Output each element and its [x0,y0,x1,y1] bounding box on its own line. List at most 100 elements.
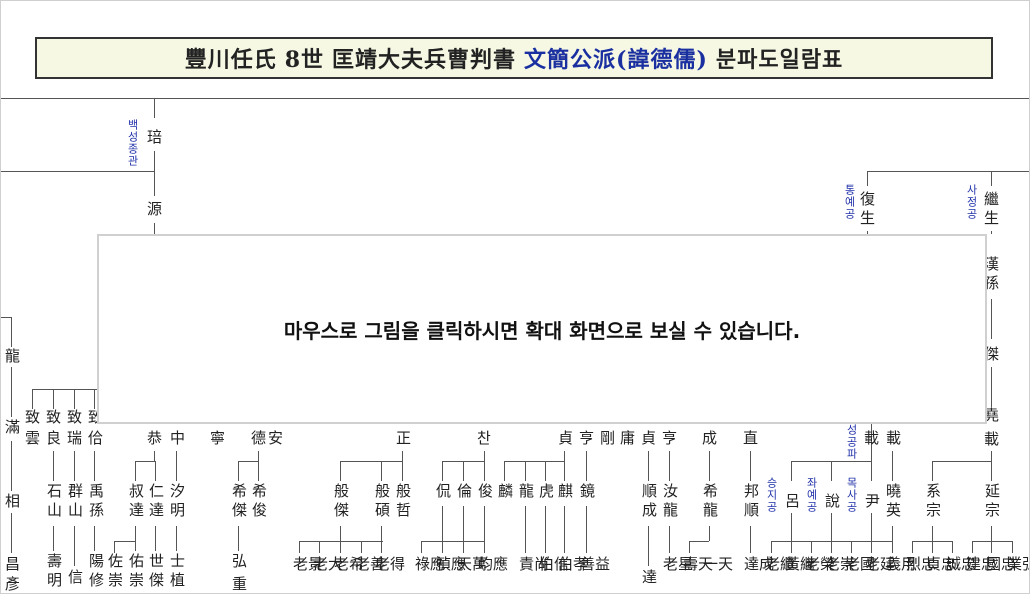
tree-line [1,98,1029,99]
person-jeong2: 貞 [558,429,574,447]
person-gyeong: 鏡 [578,483,596,502]
person-yangsu: 陽修 [87,553,105,591]
tree-line [1,171,154,172]
person-jung2: 重 [230,576,248,594]
branch-label-baekseong: 백성종관 [126,119,139,167]
tree-line [892,526,893,553]
tree-line [32,389,33,409]
tree-line [1,317,11,318]
tree-line [1012,541,1013,553]
person-nyeong: 寧 [210,429,226,447]
tree-line [238,461,239,481]
tree-line [648,451,649,481]
branch-label-sajeong: 사정공 [965,184,978,220]
person-usun: 禹孫 [87,483,105,521]
tree-line [791,461,792,481]
tree-line [154,223,155,234]
person-indal: 仁達 [147,483,165,521]
tree-line [299,541,300,553]
person-jae-right: 載 [982,431,1000,450]
person-samyeong: 汐明 [168,483,186,521]
person-chan: 찬 [477,429,491,447]
person-jeong: 正 [396,429,412,447]
person-sumyeong: 壽明 [45,553,63,591]
tree-line [340,461,341,481]
tree-line [586,506,587,553]
genealogy-chart[interactable]: 豐川任氏 8世 匡靖大夫兵曹判書 文簡公派(諱德儒) 분파도일람표 백성종관 琣… [0,0,1030,594]
tree-line [53,389,54,409]
tree-line [402,451,403,461]
tree-line [669,526,670,553]
tree-line [258,461,259,481]
zoom-hint-message: 마우스로 그림을 클릭하시면 확대 화면으로 보실 수 있습니다. [283,318,801,343]
grandchild: 達 [640,569,658,588]
tree-line [154,151,155,196]
title-generation: 8世 [284,47,325,73]
tree-line [771,541,772,553]
person-hyeong: 亨 [579,429,595,447]
title-clan: 豐川任氏 [184,47,277,73]
tree-line [709,451,710,481]
tree-line [669,451,670,481]
tree-line [94,526,95,551]
tree-line [442,461,443,481]
tree-line [991,171,992,186]
person-rin: 麟 [496,483,514,502]
person-bangeol: 般傑 [332,483,350,521]
tree-line [689,541,690,553]
tree-line [258,451,259,461]
person-sugdal: 叔達 [127,483,145,521]
tree-line [871,513,872,553]
person-bangsun: 邦順 [742,483,760,521]
person-hwigeol: 希傑 [230,483,248,521]
tree-line [154,98,155,118]
zoom-hint-overlay[interactable]: 마우스로 그림을 클릭하시면 확대 화면으로 보실 수 있습니다. [97,234,987,424]
tree-line [991,231,992,234]
tree-line [114,541,115,553]
person-chi-1b: 雲 [25,429,41,447]
person-chi-1: 致 [25,408,41,426]
tree-line [340,461,402,462]
person-hwiryong: 希龍 [701,483,719,521]
tree-line [135,461,136,481]
branch-label-seonggong: 성공파 [845,424,858,460]
branch-label-jwaye: 좌예공 [805,477,818,513]
tree-line [11,513,12,553]
tree-line [689,541,709,542]
tree-line [319,541,320,553]
person-gunsan: 群山 [66,483,84,521]
person-sasik: 士植 [168,553,186,591]
tree-line [831,513,832,553]
person-gang: 剛 [600,429,616,447]
tree-line [545,506,546,553]
tree-line [442,506,443,553]
tree-line [525,506,526,553]
person-sang: 相 [3,493,21,512]
person-ryun: 倫 [455,483,473,502]
tree-line [238,526,239,551]
tree-line [155,526,156,551]
tree-line [932,526,933,553]
tree-line [155,461,156,481]
person-jae: 載 [886,429,902,447]
tree-line [11,441,12,491]
person-jun: 俊 [476,483,494,502]
person-yeoryong: 汝龍 [661,483,679,521]
branch-label-tongye: 통예공 [843,184,856,220]
person-chi-3: 致 [67,408,83,426]
person-yong: 龍 [3,348,21,367]
person-hyo: 曉英 [884,483,902,521]
person-hwijun: 希俊 [250,483,268,521]
title-branch: 文簡公派(諱德儒) [524,47,708,73]
tree-line [484,506,485,553]
tree-line [648,526,649,566]
person-gong: 恭 [147,429,163,447]
branch-label-moksa: 목사공 [845,477,858,513]
person-usung: 佑崇 [127,553,145,591]
tree-line [791,513,792,553]
tree-line [892,451,893,481]
tree-line [176,451,177,481]
tree-line [545,461,546,481]
tree-line [564,451,565,461]
person-jung: 中 [170,429,186,447]
